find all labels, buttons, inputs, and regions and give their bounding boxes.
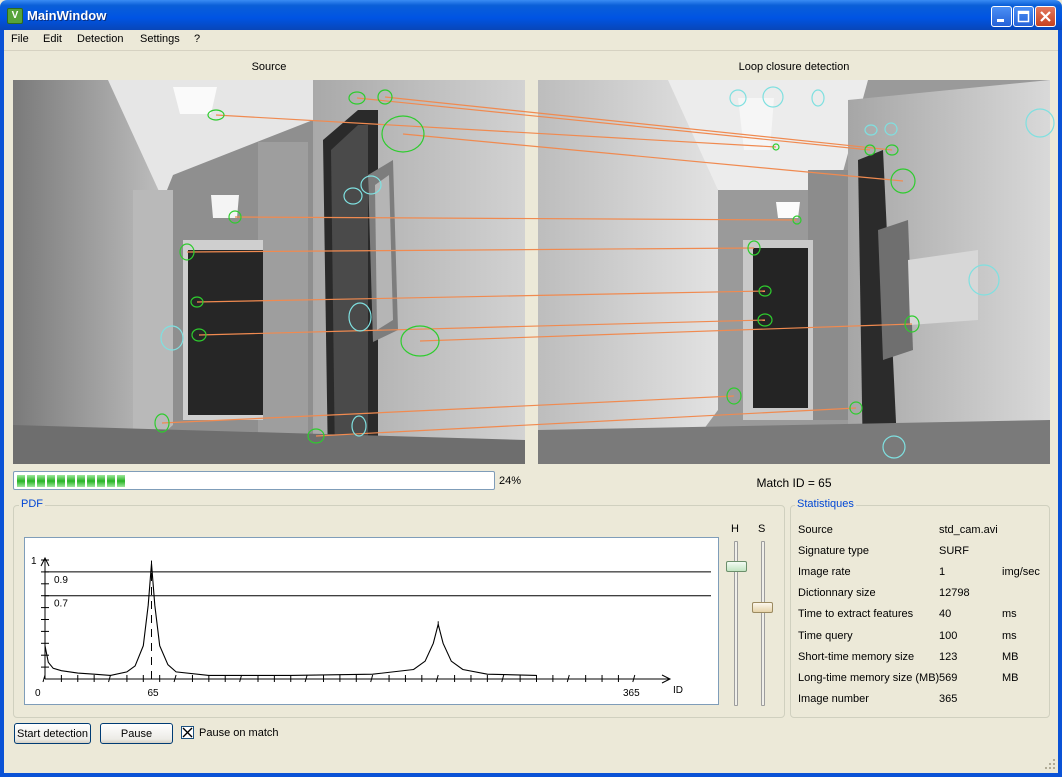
progress-block <box>97 475 105 487</box>
y-tick-label: 0.9 <box>54 575 68 586</box>
stat-label: Long-time memory size (MB) <box>798 671 940 684</box>
slider-s-track[interactable] <box>761 541 765 706</box>
checkmark-icon <box>182 727 193 738</box>
x-tick-label: 365 <box>623 688 640 699</box>
pdf-group-title: PDF <box>19 498 45 510</box>
slider-s-thumb[interactable] <box>752 602 773 614</box>
stat-value: 569 <box>939 671 958 684</box>
y-tick-label: 1 <box>31 556 37 567</box>
stat-value: 123 <box>939 650 958 663</box>
stat-label: Image rate <box>798 566 851 579</box>
pdf-chart: 0 65 365 1 0.9 0.7 ID <box>31 556 711 699</box>
statistics-group-title: Statistiques <box>795 498 856 510</box>
pdf-plot: 0 65 365 1 0.9 0.7 ID <box>24 537 719 705</box>
progress-bar <box>13 471 495 490</box>
x-tick-label: 0 <box>35 688 41 699</box>
stat-unit: ms <box>1002 629 1017 642</box>
stat-value: std_cam.avi <box>939 524 998 536</box>
y-tick-label: 0.7 <box>54 599 68 610</box>
pdf-series-line <box>44 563 537 676</box>
x-tick-label: 65 <box>147 688 159 699</box>
start-detection-button[interactable]: Start detection <box>14 723 91 744</box>
stat-value: SURF <box>939 545 969 558</box>
stat-label: Image number <box>798 692 869 705</box>
slider-s-label: S <box>758 523 766 535</box>
pause-button[interactable]: Pause <box>100 723 173 744</box>
stat-label: Time query <box>798 629 853 642</box>
stat-label: Dictionnary size <box>798 587 876 600</box>
stat-value: 12798 <box>939 587 970 600</box>
stat-value: 100 <box>939 629 958 642</box>
stat-unit: ms <box>1002 608 1017 621</box>
progress-block <box>107 475 115 487</box>
stat-value: 40 <box>939 608 952 621</box>
progress-block <box>87 475 95 487</box>
stat-label: Short-time memory size <box>798 650 915 663</box>
stat-unit: MB <box>1002 650 1019 663</box>
stat-label: Signature type <box>798 545 869 558</box>
x-axis-label: ID <box>673 685 683 696</box>
stat-label: Source <box>798 524 833 536</box>
progress-block <box>67 475 75 487</box>
match-lines <box>161 96 913 437</box>
stat-value: 365 <box>939 692 958 705</box>
match-id-label: Match ID = 65 <box>756 476 832 490</box>
progress-block <box>37 475 45 487</box>
stat-unit: img/sec <box>1002 566 1040 579</box>
progress-block <box>117 475 125 487</box>
slider-h-thumb[interactable] <box>726 560 747 572</box>
resize-grip-icon[interactable] <box>1043 757 1057 771</box>
stat-value: 1 <box>939 566 946 579</box>
stat-label: Time to extract features <box>798 608 914 621</box>
slider-h-label: H <box>731 523 739 535</box>
stat-unit: MB <box>1002 671 1019 684</box>
progress-block <box>57 475 65 487</box>
progress-block <box>77 475 85 487</box>
pause-on-match-label: Pause on match <box>199 727 279 739</box>
progress-block <box>17 475 25 487</box>
progress-block <box>27 475 35 487</box>
pause-on-match-checkbox[interactable] <box>181 726 194 739</box>
progress-block <box>47 475 55 487</box>
progress-label: 24% <box>499 475 522 487</box>
